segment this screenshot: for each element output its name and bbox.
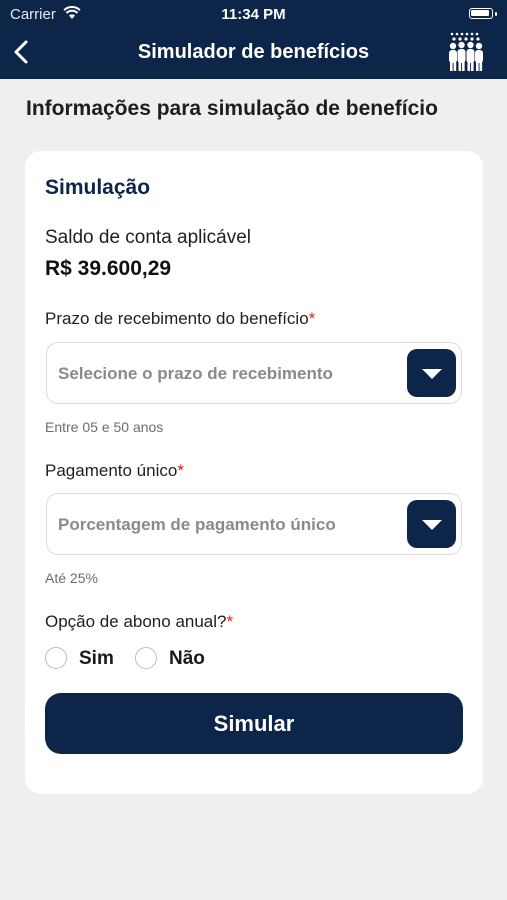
term-field-label: Prazo de recebimento do benefício* [45, 309, 315, 329]
radio-nao-label[interactable]: Não [169, 648, 205, 670]
single-payment-hint: Até 25% [45, 570, 98, 586]
term-select[interactable]: Selecione o prazo de recebimento [46, 342, 462, 404]
people-group-icon[interactable] [447, 32, 485, 72]
required-asterisk: * [177, 461, 184, 480]
radio-nao[interactable] [135, 647, 157, 669]
term-label-text: Prazo de recebimento do benefício [45, 309, 309, 328]
status-bar: Carrier 11:34 PM [0, 0, 507, 28]
required-asterisk: * [308, 309, 316, 328]
nav-title: Simulador de benefícios [137, 41, 370, 63]
single-payment-select[interactable]: Porcentagem de pagamento único [46, 493, 462, 555]
simulation-card: Simulação Saldo de conta aplicável R$ 39… [25, 151, 483, 794]
term-hint: Entre 05 e 50 anos [45, 419, 164, 435]
simulate-button[interactable]: Simular [45, 693, 463, 754]
annual-bonus-label-text: Opção de abono anual? [45, 612, 227, 631]
term-select-placeholder: Selecione o prazo de recebimento [58, 364, 333, 383]
chevron-down-icon[interactable] [407, 349, 456, 397]
chevron-down-icon[interactable] [407, 500, 456, 548]
card-title: Simulação [45, 176, 151, 199]
status-time: 11:34 PM [221, 6, 286, 23]
single-payment-select-placeholder: Porcentagem de pagamento único [58, 515, 336, 534]
radio-sim-label[interactable]: Sim [79, 648, 114, 670]
annual-bonus-field-label: Opção de abono anual?* [45, 612, 233, 632]
page-title: Informações para simulação de benefício [26, 97, 438, 120]
balance-label: Saldo de conta aplicável [45, 227, 251, 248]
single-payment-label-text: Pagamento único [45, 461, 178, 480]
battery-icon [469, 8, 493, 19]
required-asterisk: * [226, 612, 234, 631]
balance-value: R$ 39.600,29 [45, 257, 172, 280]
app-header: Carrier 11:34 PM Simulador de benefícios [0, 0, 507, 79]
radio-sim[interactable] [45, 647, 67, 669]
single-payment-field-label: Pagamento único* [45, 461, 184, 481]
